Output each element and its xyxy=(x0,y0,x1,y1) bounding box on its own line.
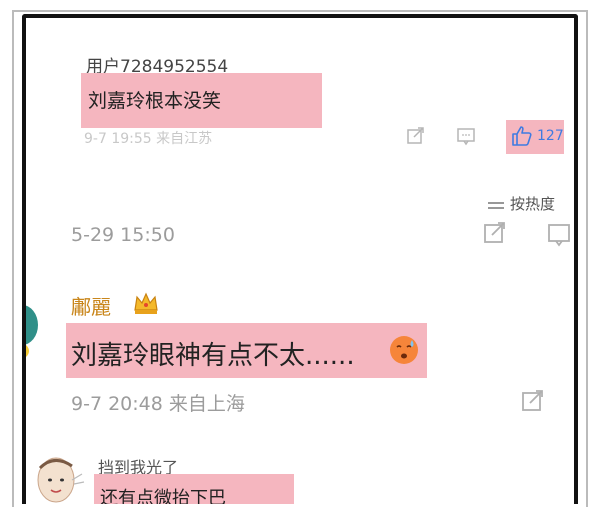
comment-icon[interactable] xyxy=(546,222,572,248)
comment-3-text: 还有点微抬下巴 xyxy=(100,488,226,504)
comment-2-username[interactable]: 鄘麗 xyxy=(71,291,111,320)
avatar[interactable] xyxy=(34,450,86,504)
comment-2-meta: 9-7 20:48 来自上海 xyxy=(71,393,245,415)
share-icon[interactable] xyxy=(482,220,508,246)
share-icon[interactable] xyxy=(406,126,426,146)
sort-label: 按热度 xyxy=(510,195,556,213)
sweat-emoji-icon xyxy=(388,334,420,366)
like-count: 127 xyxy=(537,128,564,144)
sort-control[interactable]: 按热度 xyxy=(486,193,574,213)
screenshot-frame: 用户7284952554 刘嘉玲根本没笑 9-7 19:55 来自江苏 127 … xyxy=(22,14,578,504)
comment-icon[interactable] xyxy=(456,126,476,146)
share-icon[interactable] xyxy=(520,388,546,414)
sort-icon xyxy=(486,195,506,209)
post-timestamp: 5-29 15:50 xyxy=(71,224,175,246)
comment-2-text: 刘嘉玲眼神有点不太...... xyxy=(71,341,355,371)
comment-1-text: 刘嘉玲根本没笑 xyxy=(88,90,222,112)
thumbs-up-icon[interactable] xyxy=(510,124,534,148)
comment-1-meta: 9-7 19:55 来自江苏 xyxy=(84,131,213,147)
crown-badge-icon xyxy=(132,290,160,316)
comment-1: 用户7284952554 刘嘉玲根本没笑 9-7 19:55 来自江苏 127 xyxy=(26,18,574,188)
avatar[interactable] xyxy=(26,303,46,363)
